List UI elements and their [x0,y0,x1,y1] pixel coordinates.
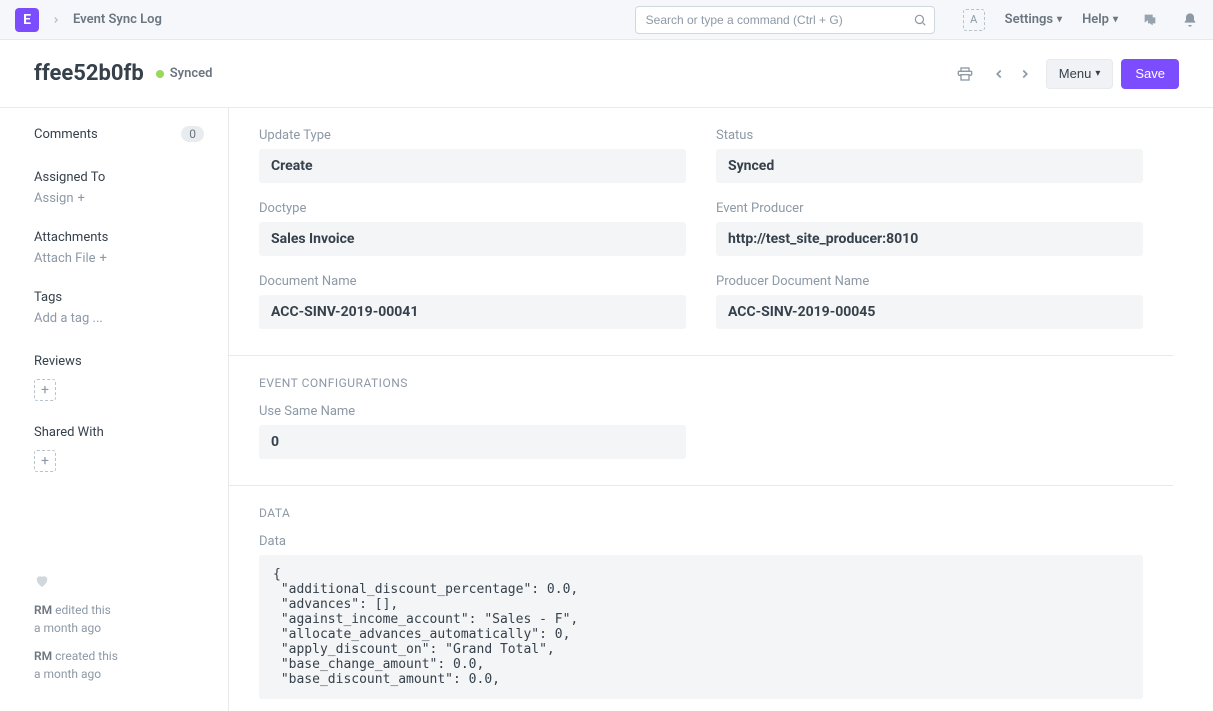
page-title: ffee52b0fb [34,61,144,86]
field-value-use-same-name[interactable]: 0 [259,425,686,459]
activity-entry: RM edited this a month ago [34,601,204,637]
attach-file-button[interactable]: Attach File + [34,251,204,266]
search-input[interactable] [635,6,935,34]
field-value-document-name[interactable]: ACC-SINV-2019-00041 [259,295,686,329]
form-section-data: Data Data { "additional_discount_percent… [229,486,1173,711]
caret-down-icon: ▾ [1095,68,1100,79]
field-label: Event Producer [716,201,1143,216]
page-header: ffee52b0fb Synced Menu ▾ Save [0,40,1213,108]
activity-entry: RM created this a month ago [34,647,204,683]
app-logo[interactable]: E [15,8,39,32]
caret-down-icon: ▾ [1057,14,1062,25]
shared-with-label: Shared With [34,425,204,440]
form-main: Update Type Create Doctype Sales Invoice… [229,108,1213,711]
attachments-label: Attachments [34,230,204,245]
field-label: Use Same Name [259,404,686,419]
assign-button[interactable]: Assign + [34,191,204,206]
breadcrumb[interactable]: Event Sync Log [73,12,162,27]
form-sidebar: Comments 0 Assigned To Assign + Attachme… [0,108,229,711]
menu-button[interactable]: Menu ▾ [1046,59,1114,89]
page-actions: Menu ▾ Save [952,59,1179,89]
user-avatar[interactable]: A [963,9,985,31]
assigned-to-label: Assigned To [34,170,204,185]
comments-label[interactable]: Comments [34,127,98,142]
field-label: Update Type [259,128,686,143]
section-heading: Data [259,506,1143,520]
add-review-button[interactable]: + [34,379,56,401]
field-value-update-type[interactable]: Create [259,149,686,183]
field-label: Doctype [259,201,686,216]
add-share-button[interactable]: + [34,450,56,472]
status-indicator: Synced [156,66,213,81]
form-section-event-config: Event Configurations Use Same Name 0 [229,356,1173,486]
plus-icon: + [78,191,85,206]
field-label: Document Name [259,274,686,289]
field-value-producer-doc[interactable]: ACC-SINV-2019-00045 [716,295,1143,329]
add-tag-button[interactable]: Add a tag ... [34,311,204,326]
section-heading: Event Configurations [259,376,1143,390]
plus-icon: + [100,251,107,266]
form-section-main: Update Type Create Doctype Sales Invoice… [229,108,1173,356]
bell-icon[interactable] [1182,12,1198,28]
next-icon[interactable] [1012,61,1038,87]
field-label: Data [259,534,1143,549]
heart-icon[interactable] [34,573,204,589]
chat-icon[interactable] [1142,12,1158,28]
status-dot-icon [156,70,164,78]
field-label: Producer Document Name [716,274,1143,289]
reviews-label: Reviews [34,354,204,369]
settings-link[interactable]: Settings ▾ [1005,12,1062,27]
comments-count: 0 [181,126,204,142]
field-value-status[interactable]: Synced [716,149,1143,183]
navbar: E Event Sync Log A Settings ▾ Help ▾ [0,0,1213,40]
search-wrap [635,6,935,34]
caret-down-icon: ▾ [1113,14,1118,25]
help-link[interactable]: Help ▾ [1082,12,1118,27]
save-button[interactable]: Save [1121,59,1179,89]
chevron-right-icon [51,15,61,25]
field-value-data[interactable]: { "additional_discount_percentage": 0.0,… [259,555,1143,699]
field-value-doctype[interactable]: Sales Invoice [259,222,686,256]
logo-letter: E [23,12,31,28]
search-icon [913,13,927,27]
status-text: Synced [170,66,213,81]
field-label: Status [716,128,1143,143]
tags-label: Tags [34,290,204,305]
print-icon[interactable] [952,61,978,87]
field-value-event-producer[interactable]: http://test_site_producer:8010 [716,222,1143,256]
prev-icon[interactable] [986,61,1012,87]
